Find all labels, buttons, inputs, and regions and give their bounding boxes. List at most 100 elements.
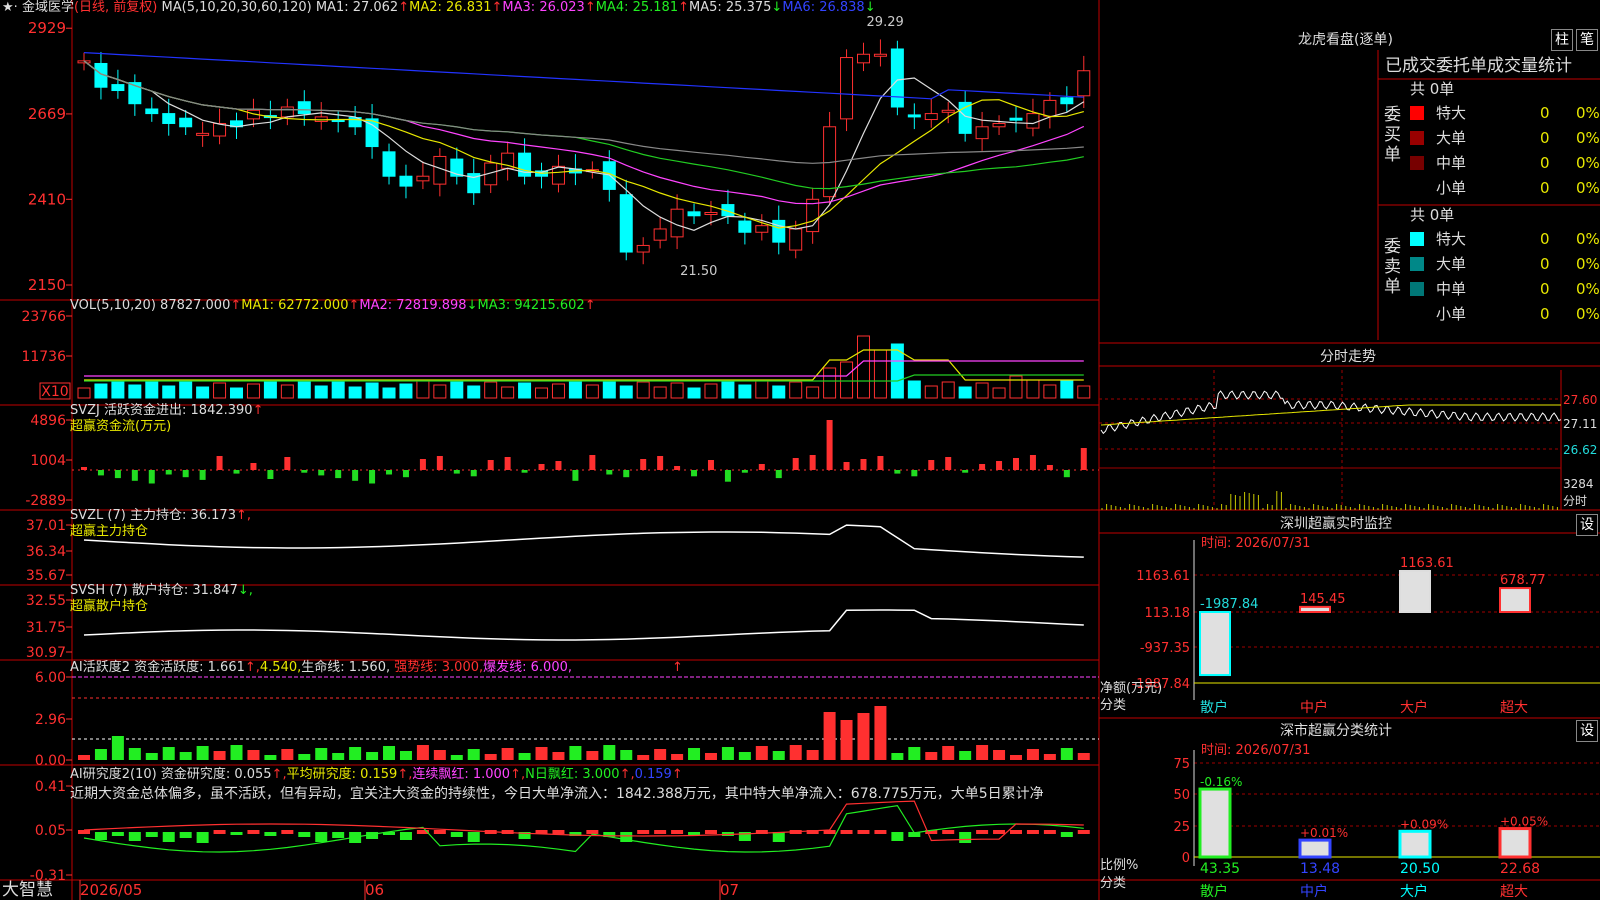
volume-bar xyxy=(873,349,887,399)
classify-title: 深市超赢分类统计 xyxy=(1280,723,1392,739)
order-count: 0 xyxy=(1540,305,1550,323)
svzj-bar xyxy=(386,470,393,475)
candle-body xyxy=(551,165,565,185)
monitor-settings-button[interactable]: 设 xyxy=(1576,514,1598,536)
ai-active-bar xyxy=(959,751,972,760)
period-label[interactable]: (日线, 前复权) xyxy=(74,0,157,15)
candle-body xyxy=(653,228,667,241)
classify-settings-button[interactable]: 设 xyxy=(1576,720,1598,742)
classify-bar xyxy=(1398,829,1432,859)
monitor-time: 时间: 2026/07/31 xyxy=(1201,536,1311,551)
svzl-subtitle: 超赢主力持仓 xyxy=(70,524,149,539)
ai-active-bar xyxy=(1077,753,1090,760)
svzl-axis-label: 35.67 xyxy=(26,568,66,584)
ma5-arrow: ↓ xyxy=(771,0,783,15)
price-axis-label: 2150 xyxy=(28,276,66,294)
ai-active-bar xyxy=(366,752,379,760)
svzj-bar xyxy=(131,470,138,481)
ai-research-bar xyxy=(179,832,192,838)
candle-body xyxy=(772,219,786,243)
classify-axis-label: 75 xyxy=(1173,757,1190,772)
volume-bar xyxy=(297,380,311,399)
svzj-bar xyxy=(250,463,257,470)
stock-name[interactable]: 金域医学 xyxy=(22,0,74,15)
ai-active-bar xyxy=(484,754,497,760)
svzj-bar xyxy=(996,461,1003,470)
ai-research-bar xyxy=(78,830,90,834)
volume-bar xyxy=(755,380,769,399)
chart-canvas[interactable]: 2929 2669 2410 2150 29.29 21.50 23766 11736 X10 4… xyxy=(0,0,1600,900)
ai-research-bar xyxy=(959,832,972,843)
vol-unit-label: X10 xyxy=(41,384,68,400)
ai-active-bar xyxy=(349,747,362,760)
candle-body xyxy=(280,106,294,118)
ai-active-bar xyxy=(78,755,90,760)
svzj-bar xyxy=(724,470,731,482)
candle-body xyxy=(975,126,989,140)
volume-bar xyxy=(585,384,599,399)
volume-bar xyxy=(501,386,515,399)
classify-value-label: 43.35 xyxy=(1200,861,1240,877)
ma2-value: MA2: 26.831 xyxy=(409,0,492,15)
ai-active-bar xyxy=(942,746,955,760)
volume-bar xyxy=(467,385,481,399)
volume-bar xyxy=(162,385,176,399)
svzj-bar xyxy=(521,470,528,473)
ma6-value: MA6: 26.838 xyxy=(782,0,865,15)
candle-body xyxy=(856,53,870,64)
bar-mode-button[interactable]: 柱 xyxy=(1551,29,1573,51)
candle-body xyxy=(111,84,125,92)
ai-research-bar xyxy=(671,830,684,834)
candle-body xyxy=(619,194,633,253)
svzj-bar xyxy=(758,464,765,470)
ai-commentary: 近期大资金总体偏多，虽不活跃，但有异动，宜关注大资金的持续性，今日大单净流入：1… xyxy=(70,786,1044,802)
ai-active-bar xyxy=(772,751,785,760)
order-pct: 0% xyxy=(1576,305,1600,323)
order-pct: 0% xyxy=(1576,255,1600,273)
candle-body xyxy=(992,122,1006,128)
svzj-bar xyxy=(436,456,443,470)
candle-body xyxy=(636,244,650,253)
svzj-bar xyxy=(657,456,664,470)
volume-bar xyxy=(416,379,430,399)
ai-research-bar xyxy=(993,830,1006,834)
classify-bar xyxy=(1298,838,1332,859)
color-swatch xyxy=(1410,181,1424,195)
classify-category-label: 超大 xyxy=(1500,884,1528,900)
ai-research-bar xyxy=(162,832,175,842)
ai-active-bar xyxy=(654,749,667,760)
svzj-bar xyxy=(97,470,104,476)
svzj-subtitle: 超赢资金流(万元) xyxy=(70,419,172,434)
candle-body xyxy=(382,151,396,177)
volume-bar xyxy=(263,379,277,399)
ai-active-bar xyxy=(976,745,989,760)
volume-bar xyxy=(636,381,650,399)
ai-active-bar xyxy=(823,712,836,760)
ai-research-bar xyxy=(857,830,870,834)
ai-active-bar xyxy=(1009,755,1022,760)
ai-research-bar xyxy=(94,832,107,840)
volume-bar xyxy=(823,367,837,399)
tick-mode-button[interactable]: 笔 xyxy=(1576,29,1598,51)
monitor-value-label: 145.45 xyxy=(1300,592,1346,607)
svzj-bar xyxy=(911,470,918,477)
intraday-price-line xyxy=(1100,390,1562,435)
svsh-line xyxy=(83,609,1084,641)
classify-change-label: +0.01% xyxy=(1300,826,1348,840)
monitor-category-label: 中户 xyxy=(1300,699,1328,716)
svzj-bar xyxy=(165,470,172,475)
candle-body xyxy=(704,211,718,215)
ai-active-bar xyxy=(179,752,192,760)
svzj-bar xyxy=(979,464,986,470)
classify-axis-label: 0 xyxy=(1182,851,1190,866)
ai-active-bar xyxy=(603,745,616,760)
ai-research-bar xyxy=(332,832,345,838)
ai-active-bar xyxy=(416,745,429,760)
svzj-bar xyxy=(572,470,579,481)
candle-body xyxy=(873,53,887,57)
ai-active-bar xyxy=(620,750,633,760)
classify-value-label: 20.50 xyxy=(1400,861,1440,877)
ai-active-bar xyxy=(247,750,260,760)
ai-active-bar xyxy=(162,747,175,760)
dragon-heading: 已成交委托单成交量统计 xyxy=(1385,56,1572,76)
